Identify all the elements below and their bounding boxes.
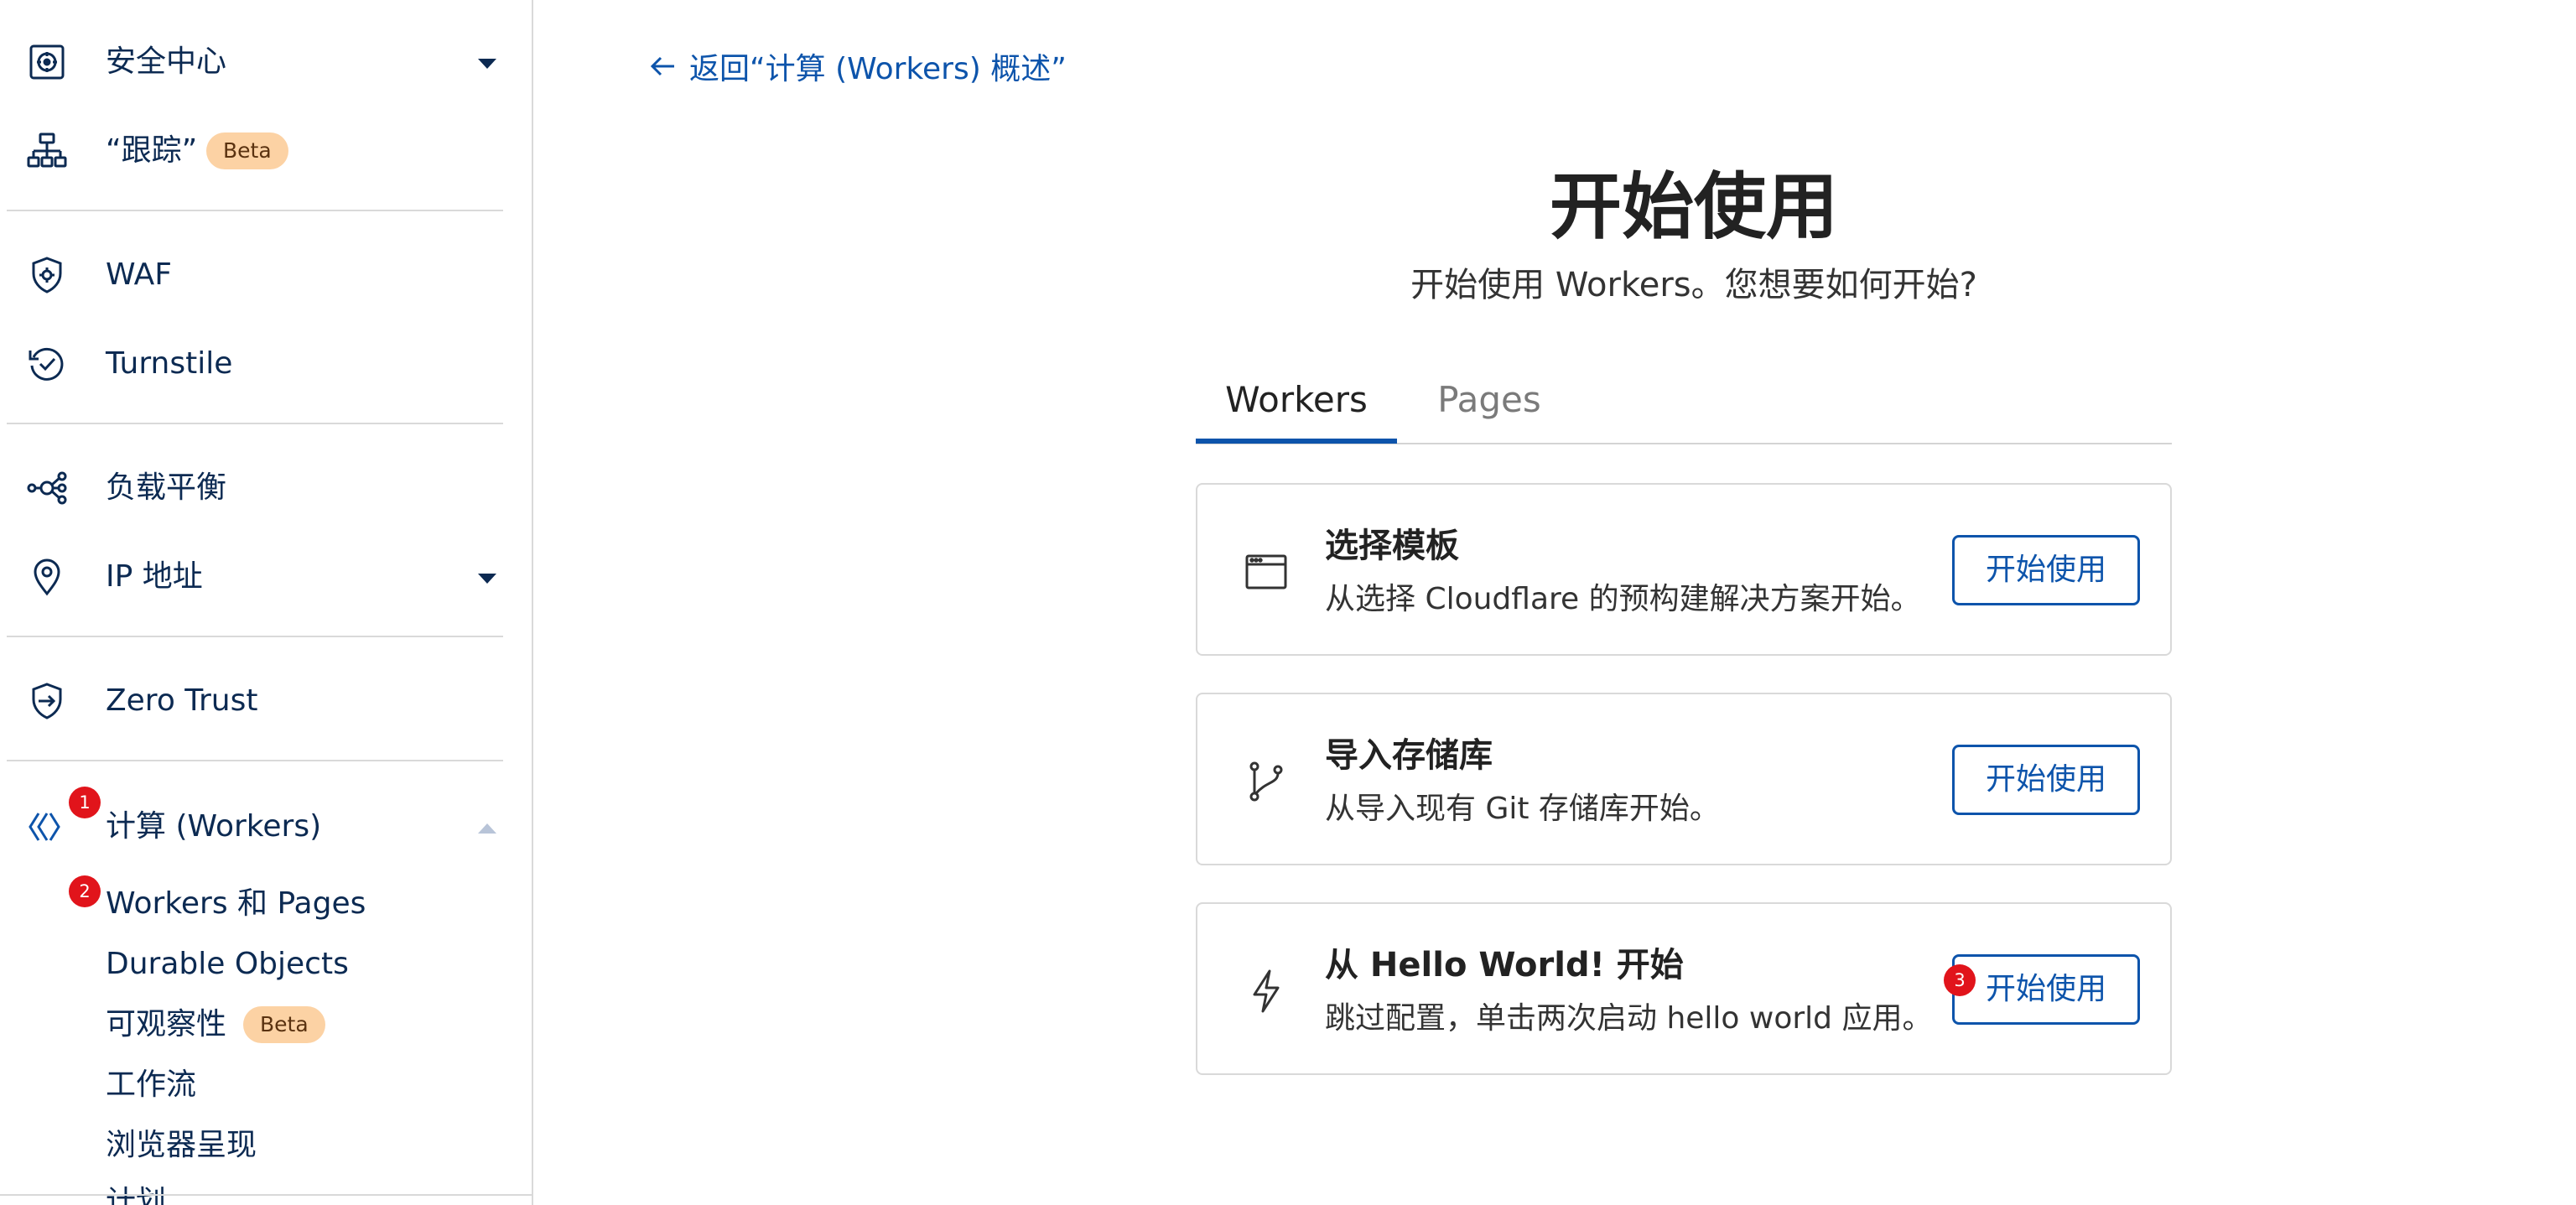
option-card-template: 选择模板 从选择 Cloudflare 的预构建解决方案开始。 开始使用	[1196, 483, 2172, 656]
step-marker: 3	[1944, 964, 1976, 996]
trace-icon	[27, 131, 67, 171]
git-branch-icon	[1243, 758, 1290, 805]
sidebar-item-waf[interactable]: WAF	[0, 238, 503, 305]
sidebar-item-zero-trust[interactable]: Zero Trust	[0, 664, 503, 731]
sidebar-item-label: WAF	[106, 257, 172, 292]
beta-badge: Beta	[243, 1006, 325, 1043]
sidebar-item-label: 安全中心	[106, 44, 227, 79]
sidebar-item-label: Turnstile	[106, 346, 233, 381]
beta-badge: Beta	[206, 132, 288, 169]
card-title: 导入存储库	[1325, 736, 1493, 775]
turnstile-icon	[27, 344, 67, 384]
sidebar-divider	[7, 636, 503, 637]
tab-bar: Workers Pages	[1196, 362, 2172, 446]
chevron-up-icon[interactable]	[478, 823, 496, 834]
sidebar-subitem-browser-rendering[interactable]: 浏览器呈现	[106, 1125, 257, 1166]
sidebar: 安全中心 “跟踪” Beta WAF Turnstile 负载平衡 IP 地址 …	[0, 0, 533, 1205]
card-description: 从选择 Cloudflare 的预构建解决方案开始。	[1325, 582, 1921, 616]
load-balancing-icon	[27, 468, 67, 508]
back-link[interactable]: 返回“计算 (Workers) 概述”	[649, 45, 1067, 87]
card-title: 从 Hello World! 开始	[1325, 946, 1684, 984]
sidebar-item-security-center[interactable]: 安全中心	[0, 25, 503, 92]
tab-workers[interactable]: Workers	[1196, 371, 1397, 443]
sidebar-item-label: IP 地址	[106, 559, 203, 594]
get-started-button[interactable]: 开始使用	[1952, 535, 2140, 605]
page-title: 开始使用	[1550, 165, 1838, 249]
get-started-button[interactable]: 开始使用	[1952, 745, 2140, 815]
get-started-button[interactable]: 开始使用	[1952, 954, 2140, 1025]
step-marker: 2	[69, 875, 101, 907]
chevron-down-icon[interactable]	[478, 59, 496, 69]
sidebar-item-label: 计算 (Workers)	[106, 809, 322, 844]
browser-window-icon	[1243, 548, 1290, 595]
sidebar-item-ip-addresses[interactable]: IP 地址	[0, 540, 503, 607]
sidebar-bottom-border	[0, 1194, 532, 1196]
option-card-hello-world: 从 Hello World! 开始 跳过配置，单击两次启动 hello worl…	[1196, 902, 2172, 1075]
page: 安全中心 “跟踪” Beta WAF Turnstile 负载平衡 IP 地址 …	[0, 0, 2576, 1205]
sidebar-item-turnstile[interactable]: Turnstile	[0, 327, 503, 394]
sidebar-item-trace[interactable]: “跟踪” Beta	[0, 114, 503, 181]
chevron-down-icon[interactable]	[478, 574, 496, 584]
sidebar-divider	[7, 423, 503, 424]
tab-pages[interactable]: Pages	[1405, 371, 1573, 443]
security-center-icon	[27, 42, 67, 82]
sidebar-item-load-balancing[interactable]: 负载平衡	[0, 451, 503, 518]
page-subtitle: 开始使用 Workers。您想要如何开始?	[1410, 266, 1977, 304]
card-description: 跳过配置，单击两次启动 hello world 应用。	[1325, 1001, 1933, 1036]
sidebar-item-label: 负载平衡	[106, 470, 227, 505]
card-description: 从导入现有 Git 存储库开始。	[1325, 792, 1720, 826]
option-card-import-repo: 导入存储库 从导入现有 Git 存储库开始。 开始使用	[1196, 693, 2172, 865]
sidebar-item-label: Zero Trust	[106, 683, 258, 718]
waf-shield-gear-icon	[27, 255, 67, 295]
sidebar-divider	[7, 760, 503, 761]
sidebar-subitem-workers-pages[interactable]: Workers 和 Pages	[106, 884, 366, 924]
sidebar-subitem-workflows[interactable]: 工作流	[106, 1065, 196, 1105]
back-link-label: 返回“计算 (Workers) 概述”	[689, 52, 1067, 86]
lightning-bolt-icon	[1243, 968, 1290, 1015]
zero-trust-shield-icon	[27, 681, 67, 721]
step-marker: 1	[69, 787, 101, 818]
active-tab-indicator	[1196, 439, 1397, 444]
sidebar-subitem-durable-objects[interactable]: Durable Objects	[106, 944, 349, 984]
location-pin-icon	[27, 557, 67, 597]
sidebar-divider	[7, 210, 503, 211]
workers-icon	[27, 807, 67, 847]
sidebar-item-label: “跟踪”	[106, 133, 198, 168]
card-title: 选择模板	[1325, 527, 1459, 565]
sidebar-subitem-observability[interactable]: 可观察性	[106, 1005, 226, 1045]
arrow-left-icon	[650, 56, 674, 76]
